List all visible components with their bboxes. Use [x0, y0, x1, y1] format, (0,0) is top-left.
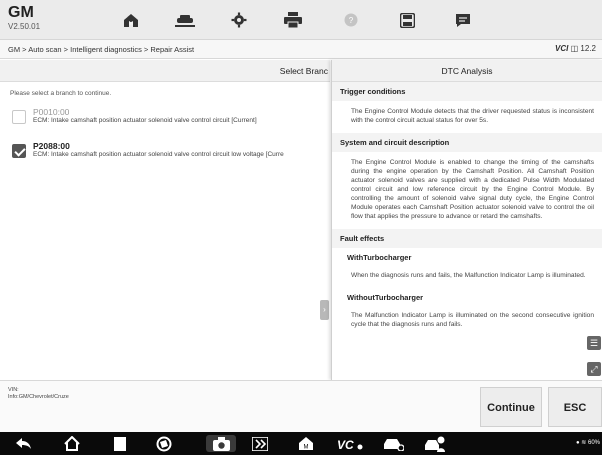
app-title: GM — [8, 4, 34, 21]
vci-status: VCI ◫ 12.2 — [555, 44, 596, 53]
message-icon[interactable] — [440, 6, 486, 34]
without-turbo-heading: WithoutTurbocharger — [347, 293, 424, 302]
system-status: ● ≋ 60% — [576, 439, 600, 446]
branch-description: ECM: Intake camshaft position actuator s… — [33, 117, 257, 124]
svg-text:M: M — [304, 445, 309, 451]
back-icon[interactable] — [12, 435, 36, 452]
list-icon[interactable]: ☰ — [587, 336, 601, 350]
screen-record-icon[interactable] — [246, 435, 274, 452]
esc-button[interactable]: ESC — [548, 387, 602, 427]
vehicle-scan-icon[interactable] — [378, 435, 408, 452]
without-turbo-text: The Malfunction Indicator Lamp is illumi… — [351, 312, 594, 328]
branch-checkbox[interactable] — [12, 110, 26, 124]
app-brand: GM V2.50.01 — [8, 4, 40, 31]
top-toolbar: GM V2.50.01 M ? — [0, 0, 602, 40]
print-icon[interactable] — [270, 6, 316, 34]
battery-status: 60% — [587, 440, 600, 446]
breadcrumb: GM > Auto scan > Intelligent diagnostics… — [0, 40, 602, 59]
branch-item[interactable]: P2088:00 ECM: Intake camshaft position a… — [0, 138, 330, 172]
recent-apps-icon[interactable] — [108, 435, 132, 452]
branch-code: P2088:00 — [33, 141, 70, 151]
wifi-icon: ≋ — [581, 440, 587, 446]
branch-checkbox-checked[interactable] — [12, 144, 26, 158]
save-icon[interactable] — [384, 6, 430, 34]
svg-text:?: ? — [349, 16, 354, 25]
branch-panel-title: Select Branc — [0, 60, 330, 82]
signal-icon: ● — [575, 440, 580, 446]
settings-icon[interactable] — [216, 6, 262, 34]
vci-icon[interactable]: VC — [334, 435, 366, 452]
branch-hint: Please select a branch to continue. — [10, 90, 112, 97]
branch-item[interactable]: P0010:00 ECM: Intake camshaft position a… — [0, 104, 330, 138]
app-version: V2.50.01 — [8, 22, 41, 31]
continue-button[interactable]: Continue — [480, 387, 542, 427]
with-turbo-heading: WithTurbocharger — [347, 253, 412, 262]
collapse-handle[interactable]: › — [320, 300, 329, 320]
vehicle-info: VIN: Info:GM/Chevrolet/Cruze — [8, 387, 69, 401]
vehicle-name: Info:GM/Chevrolet/Cruze — [8, 394, 69, 400]
breadcrumb-path: GM > Auto scan > Intelligent diagnostics… — [8, 45, 195, 54]
trigger-text: The Engine Control Module detects that t… — [351, 108, 594, 124]
svg-text:M: M — [129, 21, 133, 27]
dtc-analysis-panel: DTC Analysis Trigger conditions The Engi… — [331, 60, 602, 380]
branch-code: P0010:00 — [33, 107, 70, 117]
dtc-analysis-title: DTC Analysis — [332, 60, 602, 82]
system-text: The Engine Control Module is enabled to … — [351, 159, 594, 220]
svg-text:VC: VC — [337, 438, 354, 450]
vin-label: VIN: — [8, 387, 19, 393]
help-icon[interactable]: ? — [328, 6, 374, 34]
vehicle-lift-icon[interactable] — [162, 6, 208, 34]
battery-icon: ◫ — [570, 44, 579, 53]
expand-icon[interactable]: ⤢ — [587, 362, 601, 376]
fault-heading: Fault effects — [332, 229, 602, 248]
vehicle-service-icon[interactable] — [420, 435, 450, 452]
battery-voltage: 12.2 — [580, 44, 596, 53]
browser-icon[interactable] — [150, 435, 178, 452]
home-nav-icon[interactable] — [60, 435, 84, 452]
with-turbo-text: When the diagnosis runs and fails, the M… — [351, 272, 586, 279]
system-nav-bar: M VC ● ≋ 60% — [0, 432, 602, 455]
diag-home-icon[interactable]: M — [292, 435, 320, 452]
home-icon[interactable]: M — [108, 6, 154, 34]
camera-icon[interactable] — [206, 435, 236, 452]
vehicle-info-bar: VIN: Info:GM/Chevrolet/Cruze Continue ES… — [0, 380, 602, 432]
branch-panel: Select Branc Please select a branch to c… — [0, 60, 330, 380]
system-heading: System and circuit description — [332, 133, 602, 152]
trigger-heading: Trigger conditions — [332, 82, 602, 101]
vci-label: VCI — [555, 44, 569, 53]
branch-description: ECM: Intake camshaft position actuator s… — [33, 151, 284, 158]
